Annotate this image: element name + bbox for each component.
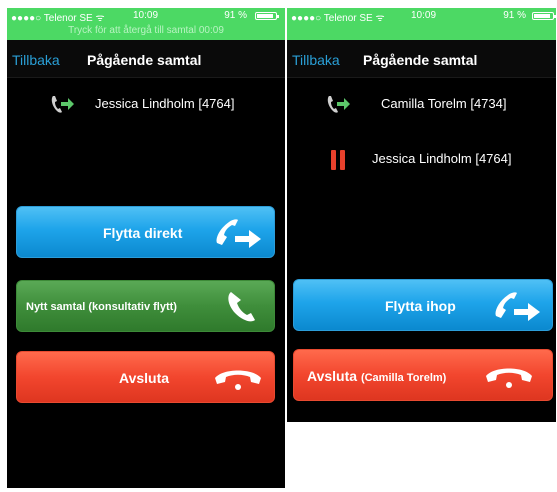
caller-name: Jessica Lindholm [4764]: [95, 96, 235, 111]
phone-transfer-icon: [216, 219, 261, 248]
end-call-button[interactable]: Avsluta (Camilla Torelm): [293, 349, 553, 401]
merge-calls-button[interactable]: Flytta ihop: [293, 279, 553, 331]
nav-bar: Tillbaka Pågående samtal: [7, 40, 285, 78]
button-label: Avsluta: [119, 370, 170, 386]
end-call-button[interactable]: Avsluta: [16, 351, 275, 403]
carrier-label: ●●●●○ Telenor SE ᯤ: [11, 13, 105, 24]
phone-transfer-icon: [327, 96, 350, 113]
caller-name: Jessica Lindholm [4764]: [372, 151, 512, 166]
status-bar: ●●●●○ Telenor SE ᯤ 10:09 91 %: [287, 8, 556, 40]
battery-percent: 91 %: [224, 10, 247, 21]
battery-icon: [532, 12, 556, 20]
battery-percent: 91 %: [503, 10, 526, 21]
hang-up-icon: [486, 368, 532, 388]
status-bar[interactable]: ●●●●○ Telenor SE ᯤ 10:09 91 % Tryck för …: [7, 8, 285, 40]
back-button[interactable]: Tillbaka: [12, 52, 60, 68]
end-target-label: (Camilla Torelm): [360, 372, 447, 384]
page-title: Pågående samtal: [87, 52, 202, 68]
back-button[interactable]: Tillbaka: [292, 52, 340, 68]
move-direct-button[interactable]: Flytta direkt: [16, 206, 275, 258]
phone-screen-left: ●●●●○ Telenor SE ᯤ 10:09 91 % Tryck för …: [7, 8, 285, 488]
page-title: Pågående samtal: [363, 52, 478, 68]
button-label: Flytta direkt: [103, 225, 183, 241]
clock: 10:09: [133, 10, 159, 21]
hang-up-icon: [215, 370, 261, 390]
call-row[interactable]: Jessica Lindholm [4764]: [7, 90, 285, 120]
carrier-label: ●●●●○ Telenor SE ᯤ: [291, 13, 385, 24]
return-to-call-banner[interactable]: Tryck för att återgå till samtal 00:09: [7, 25, 285, 36]
battery-icon: [255, 12, 279, 20]
call-row[interactable]: Jessica Lindholm [4764]: [287, 145, 556, 175]
phone-icon: [228, 292, 255, 322]
phone-screen-right: ●●●●○ Telenor SE ᯤ 10:09 91 % Tillbaka P…: [287, 8, 556, 422]
button-label: Avsluta (Camilla Torelm): [307, 368, 446, 384]
call-row[interactable]: Camilla Torelm [4734]: [287, 90, 556, 120]
button-label: Flytta ihop: [385, 298, 456, 314]
end-label: Avsluta: [307, 368, 358, 384]
caller-name: Camilla Torelm [4734]: [381, 96, 507, 111]
nav-bar: Tillbaka Pågående samtal: [287, 40, 556, 78]
pause-icon: [331, 150, 345, 170]
phone-transfer-icon: [51, 96, 74, 113]
phone-transfer-icon: [495, 292, 540, 321]
button-label: Nytt samtal (konsultativ flytt): [26, 301, 177, 313]
new-call-consultative-button[interactable]: Nytt samtal (konsultativ flytt): [16, 280, 275, 332]
clock: 10:09: [411, 10, 437, 21]
